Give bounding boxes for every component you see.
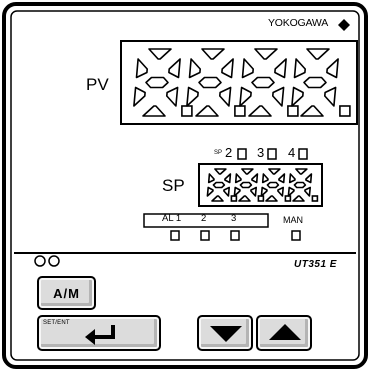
seven-segment xyxy=(254,48,278,60)
seven-segment xyxy=(293,181,307,189)
seven-segment xyxy=(292,195,305,202)
seven-segment xyxy=(206,186,214,197)
controller-panel: YOKOGAWA PV SP SP 2 3 4 AL 1 2 3 MAN UT3… xyxy=(0,0,370,371)
seven-segment xyxy=(291,86,304,107)
pv-label: PV xyxy=(86,75,109,94)
seven-segment xyxy=(271,86,285,107)
seven-segment xyxy=(305,173,313,184)
al2-label: 2 xyxy=(201,213,207,224)
man-lamp xyxy=(291,230,301,241)
decimal-point xyxy=(284,195,292,202)
seven-segment xyxy=(239,181,253,189)
down-triangle-icon xyxy=(210,326,242,342)
seven-segment xyxy=(303,76,327,89)
seven-segment xyxy=(265,195,278,202)
am-button[interactable]: A/M xyxy=(37,276,96,310)
seven-segment xyxy=(223,186,230,197)
seven-segment xyxy=(211,195,224,202)
seven-segment xyxy=(278,173,286,184)
sp3-lamp xyxy=(267,148,277,160)
seven-segment xyxy=(323,86,337,107)
seven-segment xyxy=(266,181,280,189)
decimal-point xyxy=(234,105,246,117)
seven-segment xyxy=(207,173,215,184)
seven-segment xyxy=(241,168,254,175)
seven-segment xyxy=(188,58,201,79)
seven-segment xyxy=(260,186,268,197)
am-button-label: A/M xyxy=(53,286,80,301)
seven-segment xyxy=(251,76,275,89)
seven-segment xyxy=(233,186,241,197)
brand-name: YOKOGAWA xyxy=(268,17,329,29)
seven-segment xyxy=(212,181,226,189)
seven-segment xyxy=(268,168,281,175)
seven-segment xyxy=(148,48,172,60)
seven-segment xyxy=(251,173,259,184)
seven-segment xyxy=(241,58,254,79)
seven-segment xyxy=(250,186,258,197)
seven-segment xyxy=(293,58,307,79)
seven-segment xyxy=(195,105,219,117)
seven-segment xyxy=(288,173,296,184)
seven-segment xyxy=(224,173,232,184)
status-led-icon xyxy=(34,255,46,267)
decimal-point xyxy=(257,195,265,202)
down-button[interactable] xyxy=(197,315,253,351)
decimal-point xyxy=(181,105,193,117)
decimal-point xyxy=(311,195,319,202)
up-triangle-icon xyxy=(269,324,301,340)
seven-segment xyxy=(326,58,339,79)
sp3-label: 3 xyxy=(257,145,265,160)
seven-segment xyxy=(300,105,324,117)
seven-segment xyxy=(142,105,166,117)
seven-segment xyxy=(295,168,308,175)
sp4-label: 4 xyxy=(288,145,296,160)
seven-segment xyxy=(287,186,295,197)
sp-label: SP xyxy=(162,176,185,195)
seven-segment xyxy=(304,186,312,197)
al2-lamp xyxy=(200,230,210,241)
al3-lamp xyxy=(230,230,240,241)
seven-segment xyxy=(166,86,179,107)
seven-segment xyxy=(261,173,269,184)
sp-indicator-prefix: SP xyxy=(214,150,223,156)
seven-segment xyxy=(186,86,199,107)
seven-segment xyxy=(198,76,222,89)
seven-segment xyxy=(133,86,146,107)
seven-segment xyxy=(135,58,148,79)
decimal-point xyxy=(287,105,299,117)
seven-segment xyxy=(168,58,181,79)
seven-segment xyxy=(234,173,242,184)
sp4-lamp xyxy=(298,148,308,160)
decimal-point xyxy=(230,195,238,202)
seven-segment xyxy=(306,48,330,60)
sp2-label: 2 xyxy=(225,145,233,160)
decimal-point xyxy=(339,105,351,117)
al1-label: AL 1 xyxy=(162,213,182,224)
status-led-icon xyxy=(48,255,60,267)
up-button[interactable] xyxy=(256,315,312,351)
seven-segment xyxy=(219,86,232,107)
sp2-lamp xyxy=(237,148,247,160)
seven-segment xyxy=(239,86,252,107)
seven-segment xyxy=(277,186,285,197)
seven-segment xyxy=(145,76,169,89)
al3-label: 3 xyxy=(231,213,237,224)
seven-segment xyxy=(238,195,251,202)
enter-arrow-icon xyxy=(85,325,115,345)
seven-segment xyxy=(274,58,287,79)
model-name: UT351 E xyxy=(294,259,337,270)
diamond-icon xyxy=(338,19,350,31)
seven-segment xyxy=(221,58,234,79)
seven-segment xyxy=(214,168,227,175)
seven-segment xyxy=(201,48,225,60)
sp-display xyxy=(206,168,319,202)
set-ent-button[interactable]: SET/ENT xyxy=(37,315,161,351)
set-ent-label: SET/ENT xyxy=(43,320,70,326)
pv-display xyxy=(133,48,351,117)
seven-segment xyxy=(248,105,272,117)
man-label: MAN xyxy=(283,215,303,225)
al1-lamp xyxy=(170,230,180,241)
